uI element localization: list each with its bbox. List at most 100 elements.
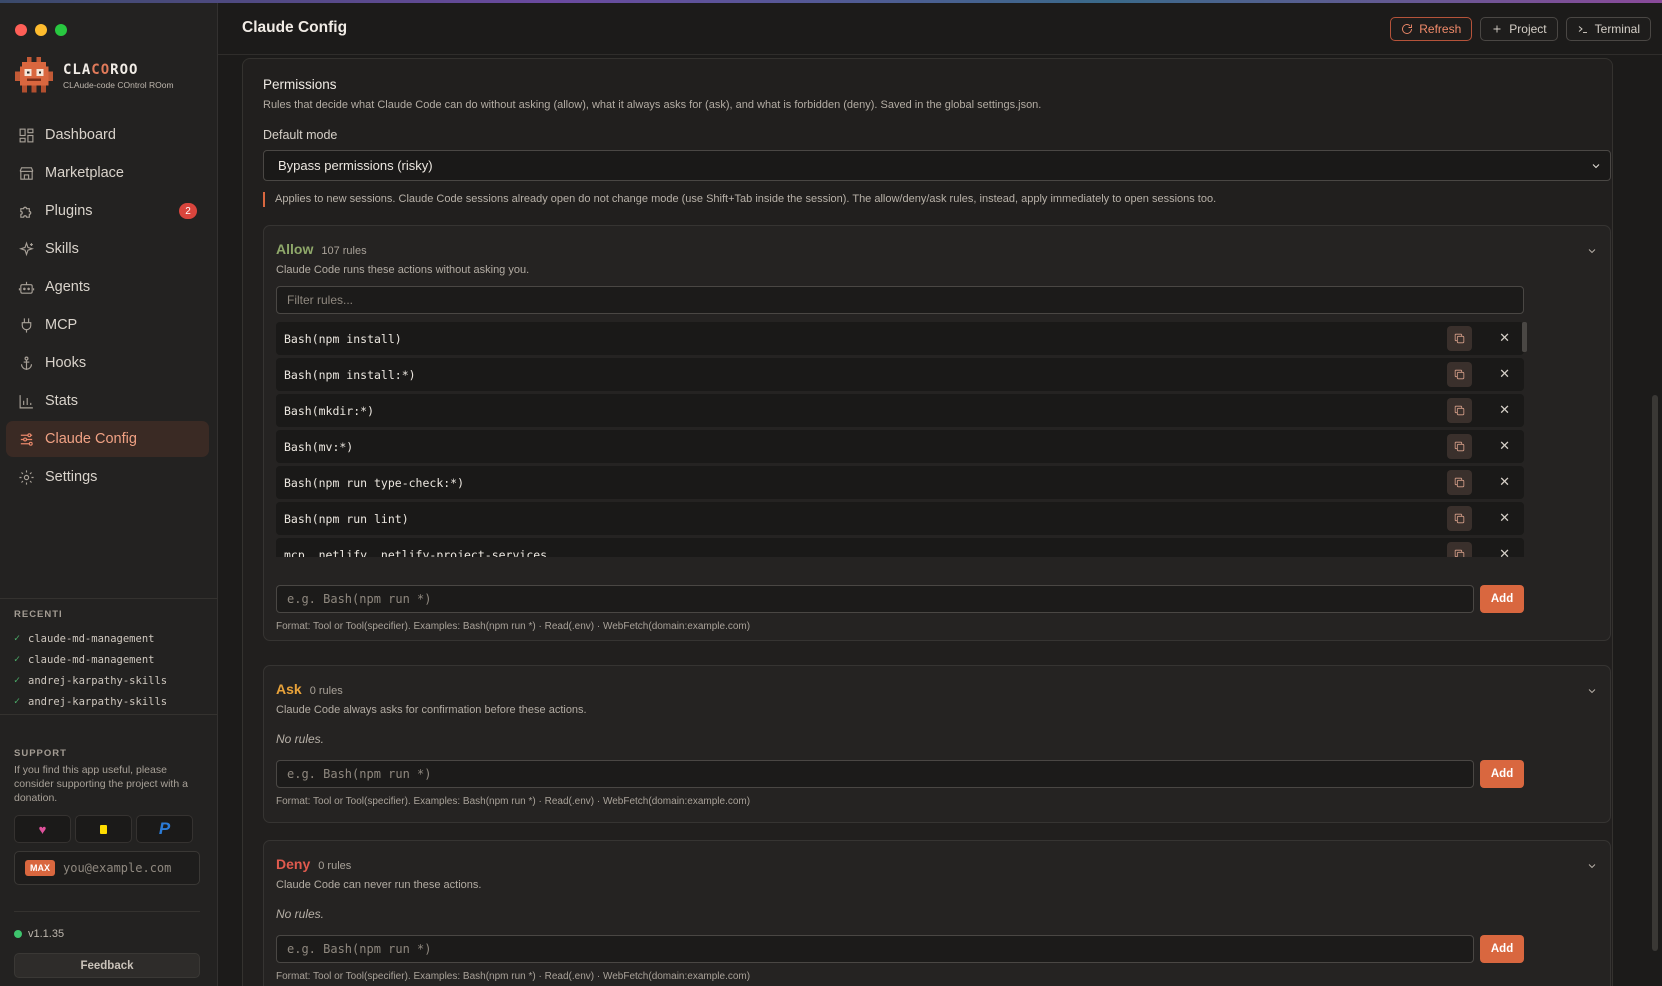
copy-icon[interactable] (1447, 470, 1472, 495)
allow-description: Claude Code runs these actions without a… (276, 264, 530, 276)
copy-icon[interactable] (1447, 542, 1472, 557)
paypal-icon: P (158, 819, 171, 838)
app-logo-icon (15, 57, 53, 93)
close-icon[interactable]: ✕ (1499, 546, 1510, 557)
sidebar-nav: Dashboard Marketplace Plugins 2 Skills A… (6, 117, 209, 497)
gear-icon (19, 469, 34, 485)
coffee-cup-icon (100, 824, 107, 834)
ask-count: 0 rules (309, 685, 343, 697)
copy-icon[interactable] (1447, 398, 1472, 423)
buymeacoffee-donate-button[interactable] (75, 815, 132, 843)
check-icon: ✓ (14, 696, 21, 707)
plugins-count-badge: 2 (179, 203, 197, 219)
ask-section-header[interactable]: Ask 0 rules (276, 681, 343, 697)
terminal-button[interactable]: Terminal (1565, 17, 1651, 41)
plug-icon (21, 317, 32, 333)
main-content: Permissions Rules that decide what Claud… (242, 58, 1613, 986)
close-icon[interactable]: ✕ (1499, 438, 1510, 454)
chevron-down-icon[interactable] (1586, 685, 1598, 697)
close-icon[interactable]: ✕ (1499, 402, 1510, 418)
close-icon[interactable]: ✕ (1499, 510, 1510, 526)
sidebar-item-dashboard[interactable]: Dashboard (6, 117, 209, 153)
format-hint: Format: Tool or Tool(specifier). Example… (276, 796, 751, 807)
check-icon: ✓ (14, 633, 21, 644)
ask-title: Ask (276, 681, 302, 697)
sidebar-item-plugins[interactable]: Plugins 2 (6, 193, 209, 229)
plus-icon (1493, 25, 1501, 33)
rules-scrollbar[interactable] (1522, 322, 1527, 352)
sliders-icon (20, 432, 33, 446)
sidebar-item-hooks[interactable]: Hooks (6, 345, 209, 381)
bot-icon (18, 281, 35, 294)
feedback-button[interactable]: Feedback (14, 953, 200, 978)
page-title: Claude Config (242, 19, 348, 36)
ask-section: Ask 0 rules Claude Code always asks for … (263, 665, 1611, 823)
rule-row: Bash(mkdir:*) ✕ (276, 394, 1524, 427)
rule-row: Bash(npm run type-check:*) ✕ (276, 466, 1524, 499)
recent-item[interactable]: ✓ andrej-karpathy-skills (14, 691, 204, 712)
copy-icon[interactable] (1447, 362, 1472, 387)
copy-icon[interactable] (1447, 506, 1472, 531)
deny-section: Deny 0 rules Claude Code can never run t… (263, 840, 1611, 986)
add-rule-button[interactable]: Add (1480, 760, 1524, 788)
support-section: SUPPORT If you find this app useful, ple… (14, 748, 200, 885)
add-rule-input[interactable]: e.g. Bash(npm run *) (276, 760, 1475, 788)
add-rule-input[interactable]: e.g. Bash(npm run *) (276, 935, 1475, 963)
rule-row: Bash(mv:*) ✕ (276, 430, 1524, 463)
permissions-description: Rules that decide what Claude Code can d… (263, 99, 1042, 111)
format-hint: Format: Tool or Tool(specifier). Example… (276, 621, 751, 632)
recent-section: RECENTI ✓ claude-md-management ✓ claude-md… (14, 609, 204, 712)
check-icon: ✓ (14, 654, 21, 665)
recent-item[interactable]: ✓ andrej-karpathy-skills (14, 670, 204, 691)
sidebar-item-claude-config[interactable]: Claude Config (6, 421, 209, 457)
deny-title: Deny (276, 856, 311, 872)
sidebar-item-skills[interactable]: Skills (6, 231, 209, 267)
sidebar-item-marketplace[interactable]: Marketplace (6, 155, 209, 191)
allow-section: Allow 107 rules Claude Code runs these a… (263, 225, 1611, 641)
anchor-icon (20, 356, 33, 370)
ask-description: Claude Code always asks for confirmation… (276, 704, 587, 716)
email-field[interactable] (63, 861, 193, 875)
recent-title: RECENTI (14, 609, 63, 620)
deny-empty-text: No rules. (276, 907, 325, 921)
add-rule-input[interactable]: e.g. Bash(npm run *) (276, 585, 1475, 613)
copy-icon[interactable] (1447, 326, 1472, 351)
add-ask-rule-row: e.g. Bash(npm run *) Add (276, 760, 1524, 788)
deny-section-header[interactable]: Deny 0 rules (276, 856, 351, 872)
ask-empty-text: No rules. (276, 732, 325, 746)
maximize-window-button[interactable] (55, 24, 67, 36)
sidebar-item-mcp[interactable]: MCP (6, 307, 209, 343)
refresh-button[interactable]: Refresh (1390, 17, 1473, 41)
close-icon[interactable]: ✕ (1499, 330, 1510, 346)
rule-row: Bash(npm install:*) ✕ (276, 358, 1524, 391)
close-icon[interactable]: ✕ (1499, 366, 1510, 382)
chevron-down-icon[interactable] (1586, 860, 1598, 872)
minimize-window-button[interactable] (35, 24, 47, 36)
permissions-card: Permissions Rules that decide what Claud… (242, 58, 1613, 986)
add-rule-button[interactable]: Add (1480, 585, 1524, 613)
filter-rules-input[interactable]: Filter rules... (276, 286, 1524, 314)
sidebar-item-settings[interactable]: Settings (6, 459, 209, 495)
chevron-down-icon (1592, 164, 1600, 169)
chevron-down-icon[interactable] (1586, 245, 1598, 257)
add-project-button[interactable]: Project (1480, 17, 1558, 41)
max-badge: MAX (25, 860, 55, 876)
default-mode-label: Default mode (263, 128, 338, 142)
brand: CLACOROO CLAude-code COntrol ROom (15, 57, 174, 95)
donate-buttons: ♥ P (14, 815, 200, 843)
page-scrollbar[interactable] (1652, 395, 1658, 951)
copy-icon[interactable] (1447, 434, 1472, 459)
recent-item[interactable]: ✓ claude-md-management (14, 628, 204, 649)
add-rule-button[interactable]: Add (1480, 935, 1524, 963)
version-indicator: v1.1.35 (14, 928, 64, 940)
sidebar-item-stats[interactable]: Stats (6, 383, 209, 419)
sidebar-item-agents[interactable]: Agents (6, 269, 209, 305)
close-icon[interactable]: ✕ (1499, 474, 1510, 490)
close-window-button[interactable] (15, 24, 27, 36)
recent-item[interactable]: ✓ claude-md-management (14, 649, 204, 670)
paypal-donate-button[interactable]: P (136, 815, 193, 843)
allow-section-header[interactable]: Allow 107 rules (276, 241, 367, 257)
kofi-donate-button[interactable]: ♥ (14, 815, 71, 843)
default-mode-select[interactable]: Bypass permissions (risky) (263, 150, 1611, 181)
default-mode-note: Applies to new sessions. Claude Code ses… (263, 192, 1216, 207)
